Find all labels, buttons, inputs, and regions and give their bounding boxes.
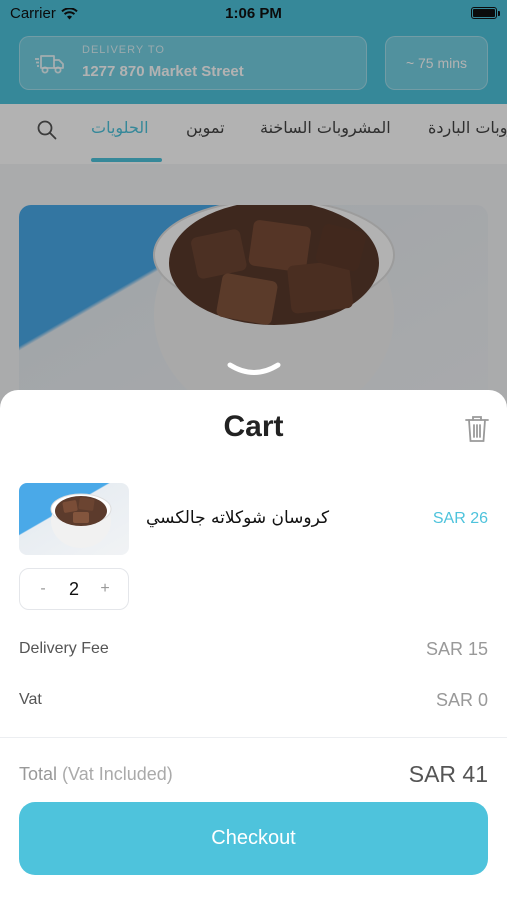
total-value: SAR 41 xyxy=(408,761,488,787)
decrement-button[interactable]: - xyxy=(32,580,54,598)
cart-sheet: Cart كروسان شوكلاته جالكسي SAR 26 - 2 + … xyxy=(0,390,507,900)
chevron-down-icon[interactable] xyxy=(226,362,282,376)
total-label: Total (Vat Included) xyxy=(19,764,173,785)
delivery-fee-value: SAR 15 xyxy=(425,639,488,659)
vat-label: Vat xyxy=(19,691,42,708)
vat-value: SAR 0 xyxy=(435,690,488,710)
increment-button[interactable]: + xyxy=(94,580,116,598)
checkout-button[interactable]: Checkout xyxy=(19,802,488,875)
total-vat-note: (Vat Included) xyxy=(62,764,173,784)
cart-title: Cart xyxy=(223,410,284,443)
trash-icon[interactable] xyxy=(464,414,490,444)
cart-item-image xyxy=(19,483,129,555)
quantity-value: 2 xyxy=(68,578,79,599)
divider xyxy=(0,737,507,738)
cart-item-name: كروسان شوكلاته جالكسي xyxy=(146,508,330,528)
quantity-stepper: - 2 + xyxy=(19,568,129,610)
total-label-text: Total xyxy=(19,764,58,784)
cart-item-price: SAR 26 xyxy=(432,510,488,527)
delivery-fee-label: Delivery Fee xyxy=(19,640,109,657)
